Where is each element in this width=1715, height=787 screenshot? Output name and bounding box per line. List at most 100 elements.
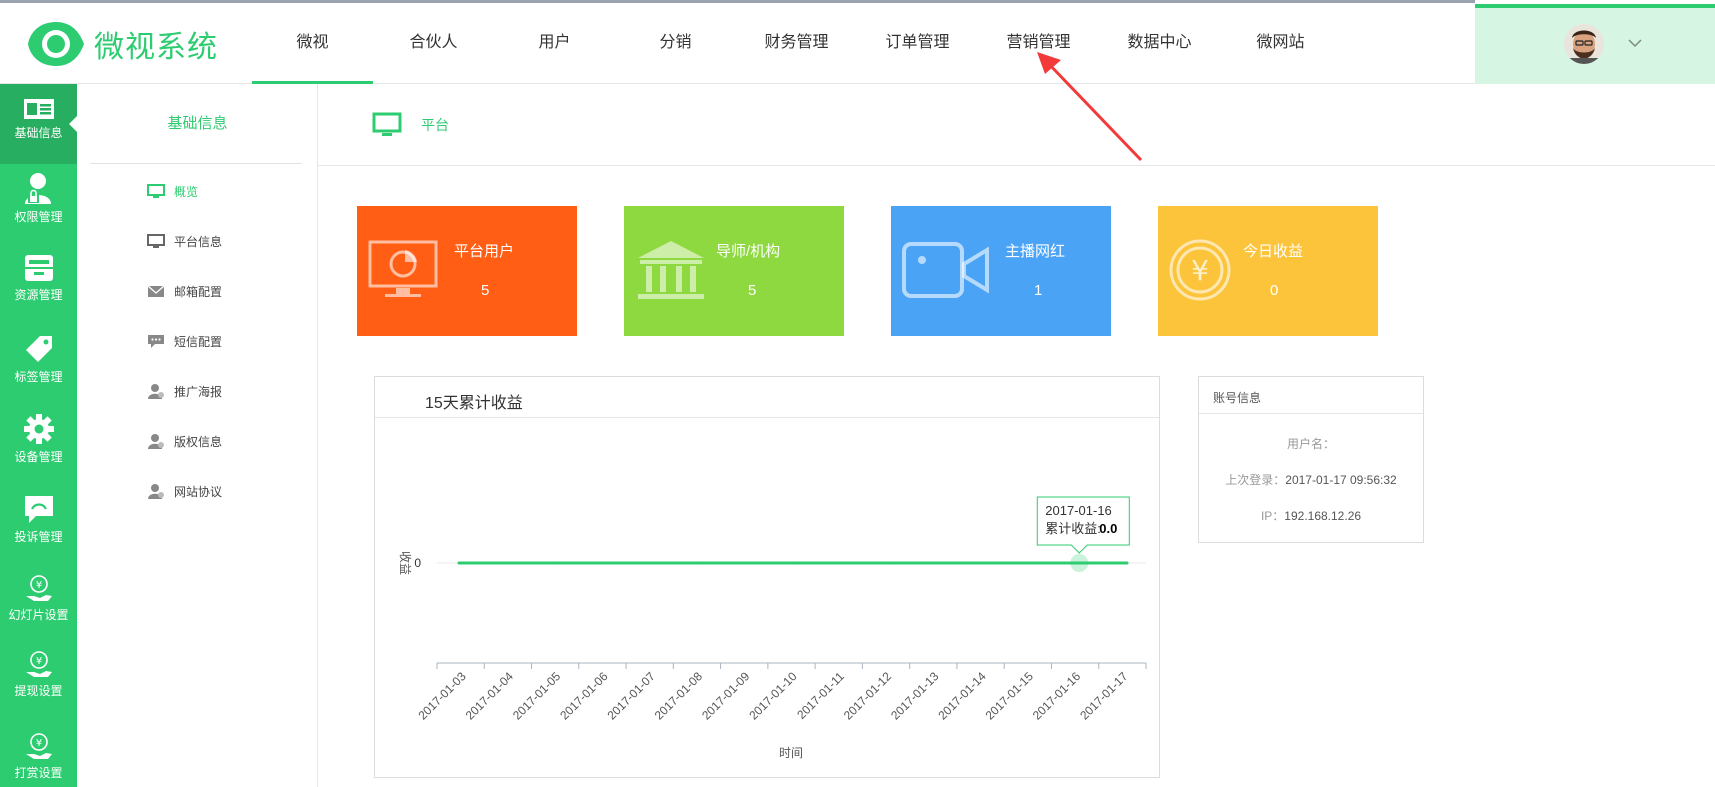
nav-item-finance[interactable]: 财务管理	[736, 0, 857, 84]
stat-label: 主播网红	[1005, 243, 1066, 260]
nav-item-partner[interactable]: 合伙人	[373, 0, 494, 84]
sidebar-item-label: 基础信息	[14, 126, 63, 140]
icon-sidebar: 基础信息 权限管理 资源管理 标签管理 设备管理 投诉管理 ¥ 幻灯片设置 ¥ …	[0, 84, 77, 787]
sidebar-item-reward[interactable]: ¥ 打赏设置	[0, 732, 77, 787]
monitor-icon	[372, 112, 402, 136]
ip-value: 192.168.12.26	[1284, 509, 1362, 523]
subnav-item-poster[interactable]: 推广海报	[147, 380, 222, 402]
sidebar-item-complaints[interactable]: 投诉管理	[0, 492, 77, 568]
sidebar-item-label: 标签管理	[14, 370, 63, 384]
account-info-title: 账号信息	[1213, 391, 1262, 405]
nav-item-user[interactable]: 用户	[494, 0, 615, 84]
sidebar-item-label: 权限管理	[14, 210, 63, 224]
x-tick-label: 2017-01-08	[652, 669, 706, 723]
stat-card-today-income[interactable]: ¥ 今日收益 0	[1158, 206, 1378, 336]
sidebar-item-permission[interactable]: 权限管理	[0, 172, 77, 248]
stat-label: 导师/机构	[716, 243, 781, 260]
tooltip-value: 0.0	[1099, 521, 1117, 536]
subnav-item-sms-config[interactable]: 短信配置	[147, 330, 222, 352]
user-menu[interactable]	[1475, 4, 1715, 84]
coin-hand-icon: ¥	[25, 575, 52, 601]
page-header: 平台	[318, 84, 1715, 166]
user-area-accent	[1475, 4, 1715, 8]
nav-item-microsite[interactable]: 微网站	[1220, 0, 1341, 84]
video-camera-icon	[902, 242, 989, 298]
data-point	[696, 561, 700, 565]
svg-text:¥: ¥	[1191, 254, 1209, 287]
subnav-item-label: 网站协议	[174, 484, 223, 499]
stat-card-platform-users[interactable]: 平台用户 5	[357, 206, 577, 336]
coin-hand-icon: ¥	[25, 733, 52, 759]
id-card-icon	[23, 99, 54, 119]
top-bar: 微视系统 微视 合伙人 用户 分销 财务管理 订单管理 营销管理 数据中心 微网…	[0, 0, 1715, 84]
logo[interactable]: 微视系统	[26, 20, 218, 68]
sidebar-item-label: 资源管理	[14, 288, 63, 302]
income-chart-panel: 15天累计收益 收益 0 2017-01-03 2017-01-04 2017-01-0…	[374, 376, 1160, 778]
nav-item-marketing[interactable]: 营销管理	[978, 0, 1099, 84]
subnav-item-label: 版权信息	[174, 434, 223, 449]
account-last-login-row: 上次登录：2017-01-17 09:56:32	[1199, 471, 1423, 488]
stat-label: 平台用户	[454, 243, 515, 260]
last-login-value: 2017-01-17 09:56:32	[1285, 473, 1397, 487]
sidebar-item-resource[interactable]: 资源管理	[0, 252, 77, 328]
sidebar-item-basic-info[interactable]: 基础信息	[0, 84, 77, 164]
sidebar-item-label: 投诉管理	[14, 530, 63, 544]
stat-card-streamers[interactable]: 主播网红 1	[891, 206, 1111, 336]
nav-item-orders[interactable]: 订单管理	[857, 0, 978, 84]
box-icon	[24, 255, 53, 281]
account-info-header: 账号信息	[1199, 377, 1423, 414]
monitor-icon	[147, 184, 165, 198]
user-lock-icon	[24, 173, 51, 204]
y-tick-label: 0	[414, 556, 421, 570]
coin-hand-icon: ¥	[25, 651, 52, 677]
x-tick-label: 2017-01-03	[415, 669, 469, 723]
subnav-item-site-agreement[interactable]: 网站协议	[147, 480, 222, 502]
subnav-item-mail-config[interactable]: 邮箱配置	[147, 280, 222, 302]
subnav-item-overview[interactable]: 概览	[147, 180, 198, 202]
sms-icon	[148, 335, 164, 348]
stat-value: 5	[481, 282, 490, 299]
sidebar-item-label: 设备管理	[14, 450, 63, 464]
subnav-item-label: 概览	[174, 184, 199, 199]
x-tick-label: 2017-01-09	[699, 669, 753, 723]
sub-sidebar: 基础信息 概览 平台信息 邮箱配置 短信配置 推广海报 版权信息 网站协议	[77, 84, 318, 787]
sidebar-item-label: 提现设置	[14, 684, 63, 698]
subnav-item-copyright[interactable]: 版权信息	[147, 430, 222, 452]
page-title: 平台	[421, 117, 449, 133]
chat-icon	[24, 496, 53, 523]
nav-item-data-center[interactable]: 数据中心	[1099, 0, 1220, 84]
x-tick-label: 2017-01-07	[605, 669, 659, 723]
eye-logo-icon	[28, 22, 84, 66]
sidebar-item-withdraw[interactable]: ¥ 提现设置	[0, 650, 77, 724]
income-line-chart[interactable]: 收益 02017-01-032017-01-042017-01-052017-01…	[375, 377, 1159, 777]
data-point	[552, 561, 556, 565]
last-login-label: 上次登录：	[1225, 473, 1286, 487]
x-tick-label: 2017-01-11	[794, 669, 847, 722]
sidebar-item-label: 打赏设置	[14, 766, 63, 780]
nav-item-distribution[interactable]: 分销	[615, 0, 736, 84]
x-tick-label: 2017-01-17	[1077, 669, 1131, 723]
tooltip-label: 累计收益:	[1045, 521, 1101, 536]
svg-text:¥: ¥	[35, 580, 41, 591]
data-point	[648, 561, 652, 565]
data-point	[600, 561, 604, 565]
account-ip-row: IP：192.168.12.26	[1199, 507, 1423, 524]
chevron-down-icon[interactable]	[1627, 38, 1643, 48]
stat-value: 0	[1270, 282, 1279, 299]
sidebar-item-tags[interactable]: 标签管理	[0, 332, 77, 408]
data-point	[1125, 561, 1129, 565]
sidebar-item-slideshow[interactable]: ¥ 幻灯片设置	[0, 574, 77, 648]
sidebar-item-devices[interactable]: 设备管理	[0, 412, 77, 488]
nav-item-weishi[interactable]: 微视	[252, 0, 373, 84]
data-point	[934, 561, 938, 565]
data-point	[886, 561, 890, 565]
data-point	[791, 561, 795, 565]
hover-highlight	[1070, 554, 1089, 572]
x-axis-label: 时间	[779, 746, 803, 760]
account-username-row: 用户名：	[1199, 435, 1423, 452]
avatar[interactable]	[1564, 24, 1604, 64]
subnav-item-platform-info[interactable]: 平台信息	[147, 230, 222, 252]
ip-label: IP：	[1260, 509, 1285, 523]
x-tick-label: 2017-01-10	[746, 669, 800, 723]
stat-card-mentors[interactable]: 导师/机构 5	[624, 206, 844, 336]
